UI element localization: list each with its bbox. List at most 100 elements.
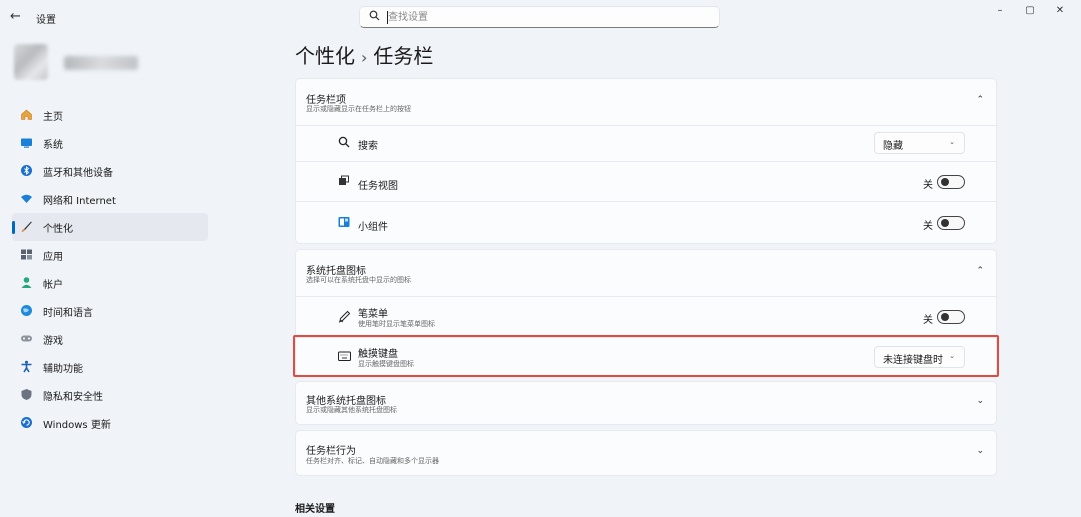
widgets-toggle[interactable] bbox=[937, 216, 965, 230]
section-subtitle: 显示或隐藏其他系统托盘图标 bbox=[306, 406, 397, 414]
sidebar-item-label: 蓝牙和其他设备 bbox=[43, 167, 113, 179]
chevron-down-icon: ⌄ bbox=[949, 352, 955, 360]
toggle-knob bbox=[941, 219, 949, 227]
section-subtitle: 选择可以在系统托盘中显示的图标 bbox=[306, 276, 411, 284]
taskbar-items-section[interactable]: 任务栏项 显示或隐藏显示在任务栏上的按钮 ⌃ bbox=[295, 78, 997, 126]
task-view-toggle[interactable] bbox=[937, 175, 965, 189]
title-bar: ← 设置 – ▢ ✕ bbox=[0, 0, 1081, 34]
sidebar-item-label: Windows 更新 bbox=[43, 419, 111, 431]
sidebar-item-label: 帐户 bbox=[43, 279, 63, 291]
toggle-state-label: 关 bbox=[923, 315, 933, 326]
search-icon bbox=[338, 136, 350, 151]
sidebar-item-bluetooth[interactable]: 蓝牙和其他设备 bbox=[12, 157, 208, 185]
brush-icon bbox=[19, 220, 33, 234]
maximize-button[interactable]: ▢ bbox=[1023, 5, 1037, 16]
setting-description: 显示触摸键盘图标 bbox=[358, 360, 414, 368]
related-settings-heading: 相关设置 bbox=[295, 504, 335, 515]
apps-icon bbox=[19, 248, 33, 262]
search-box[interactable] bbox=[359, 6, 720, 28]
search-input[interactable] bbox=[388, 10, 708, 25]
chevron-down-icon: ⌄ bbox=[949, 138, 955, 146]
pen-menu-toggle[interactable] bbox=[937, 310, 965, 324]
section-header[interactable]: 系统托盘图标 选择可以在系统托盘中显示的图标 ⌃ bbox=[296, 250, 996, 296]
back-arrow-icon[interactable]: ← bbox=[10, 9, 26, 25]
sidebar-item-personalization[interactable]: 个性化 bbox=[12, 213, 208, 241]
section-subtitle: 任务栏对齐、标记、自动隐藏和多个显示器 bbox=[306, 457, 439, 465]
setting-label: 笔菜单 bbox=[358, 309, 388, 320]
setting-row-pen-menu: 笔菜单 使用笔时显示笔菜单图标 关 bbox=[295, 297, 997, 338]
sidebar-item-label: 系统 bbox=[43, 139, 63, 151]
dropdown-value: 隐藏 bbox=[883, 141, 903, 152]
setting-row-search: 搜索 隐藏 ⌄ bbox=[295, 126, 997, 162]
chevron-up-icon[interactable]: ⌃ bbox=[976, 95, 984, 105]
sidebar-item-windows-update[interactable]: Windows 更新 bbox=[12, 409, 208, 437]
taskbar-behaviors-section[interactable]: 任务栏行为 任务栏对齐、标记、自动隐藏和多个显示器 ⌄ bbox=[295, 430, 997, 476]
sidebar-item-system[interactable]: 系统 bbox=[12, 129, 208, 157]
search-visibility-dropdown[interactable]: 隐藏 ⌄ bbox=[874, 132, 965, 154]
app-title: 设置 bbox=[36, 15, 56, 26]
dropdown-value: 未连接键盘时 bbox=[883, 355, 943, 366]
avatar[interactable] bbox=[14, 44, 48, 80]
chevron-down-icon[interactable]: ⌄ bbox=[976, 396, 984, 406]
sidebar-item-home[interactable]: 主页 bbox=[12, 101, 208, 129]
pen-icon bbox=[338, 310, 351, 326]
shield-icon bbox=[19, 388, 33, 402]
setting-label: 小组件 bbox=[358, 222, 388, 233]
setting-label: 搜索 bbox=[358, 141, 378, 152]
section-header[interactable]: 任务栏行为 任务栏对齐、标记、自动隐藏和多个显示器 ⌄ bbox=[296, 431, 996, 477]
home-icon bbox=[19, 108, 33, 122]
breadcrumb-separator: › bbox=[361, 48, 368, 67]
setting-label: 任务视图 bbox=[358, 181, 398, 192]
close-button[interactable]: ✕ bbox=[1053, 5, 1067, 16]
sidebar-item-privacy[interactable]: 隐私和安全性 bbox=[12, 381, 208, 409]
sidebar-item-gaming[interactable]: 游戏 bbox=[12, 325, 208, 353]
gamepad-icon bbox=[19, 332, 33, 346]
setting-row-widgets: 小组件 关 bbox=[295, 202, 997, 244]
selection-indicator bbox=[12, 221, 15, 234]
sidebar-item-label: 游戏 bbox=[43, 335, 63, 347]
toggle-knob bbox=[941, 313, 949, 321]
setting-label: 触摸键盘 bbox=[358, 349, 398, 360]
other-tray-icons-section[interactable]: 其他系统托盘图标 显示或隐藏其他系统托盘图标 ⌄ bbox=[295, 381, 997, 425]
page-title: 任务栏 bbox=[373, 44, 434, 68]
sidebar-item-accounts[interactable]: 帐户 bbox=[12, 269, 208, 297]
sidebar-item-label: 应用 bbox=[43, 251, 63, 263]
sidebar-item-apps[interactable]: 应用 bbox=[12, 241, 208, 269]
sidebar-nav: 主页 系统 蓝牙和其他设备 网络和 Internet 个性化 应用 帐户 时间和… bbox=[12, 101, 208, 437]
sidebar-item-label: 个性化 bbox=[43, 223, 73, 235]
chevron-down-icon[interactable]: ⌄ bbox=[976, 446, 984, 456]
sidebar-item-network[interactable]: 网络和 Internet bbox=[12, 185, 208, 213]
wifi-icon bbox=[19, 192, 33, 206]
keyboard-icon bbox=[338, 351, 351, 365]
sidebar-item-accessibility[interactable]: 辅助功能 bbox=[12, 353, 208, 381]
section-header[interactable]: 其他系统托盘图标 显示或隐藏其他系统托盘图标 ⌄ bbox=[296, 382, 996, 428]
setting-description: 使用笔时显示笔菜单图标 bbox=[358, 320, 435, 328]
widgets-icon bbox=[338, 216, 350, 231]
accessibility-icon bbox=[19, 360, 33, 374]
profile-name-blurred bbox=[64, 56, 138, 70]
minimize-button[interactable]: – bbox=[993, 5, 1007, 16]
task-view-icon bbox=[338, 175, 350, 190]
chevron-up-icon[interactable]: ⌃ bbox=[976, 266, 984, 276]
sidebar-item-label: 隐私和安全性 bbox=[43, 391, 103, 403]
update-icon bbox=[19, 416, 33, 430]
breadcrumb-parent[interactable]: 个性化 bbox=[295, 44, 355, 68]
sidebar-item-label: 网络和 Internet bbox=[43, 195, 116, 207]
toggle-state-label: 关 bbox=[923, 221, 933, 232]
touch-keyboard-dropdown[interactable]: 未连接键盘时 ⌄ bbox=[874, 346, 965, 368]
setting-row-touch-keyboard: 触摸键盘 显示触摸键盘图标 未连接键盘时 ⌄ bbox=[295, 338, 997, 377]
sidebar-item-label: 辅助功能 bbox=[43, 363, 83, 375]
setting-row-task-view: 任务视图 关 bbox=[295, 162, 997, 202]
system-icon bbox=[19, 136, 33, 150]
section-title: 任务栏行为 bbox=[306, 446, 356, 457]
toggle-state-label: 关 bbox=[923, 180, 933, 191]
globe-icon bbox=[19, 304, 33, 318]
toggle-knob bbox=[941, 178, 949, 186]
bluetooth-icon bbox=[19, 164, 33, 178]
tray-icons-section[interactable]: 系统托盘图标 选择可以在系统托盘中显示的图标 ⌃ bbox=[295, 249, 997, 297]
section-header[interactable]: 任务栏项 显示或隐藏显示在任务栏上的按钮 ⌃ bbox=[296, 79, 996, 125]
sidebar-item-label: 主页 bbox=[43, 111, 63, 123]
sidebar-item-time-language[interactable]: 时间和语言 bbox=[12, 297, 208, 325]
section-subtitle: 显示或隐藏显示在任务栏上的按钮 bbox=[306, 105, 411, 113]
breadcrumb: 个性化 › 任务栏 bbox=[295, 40, 433, 69]
